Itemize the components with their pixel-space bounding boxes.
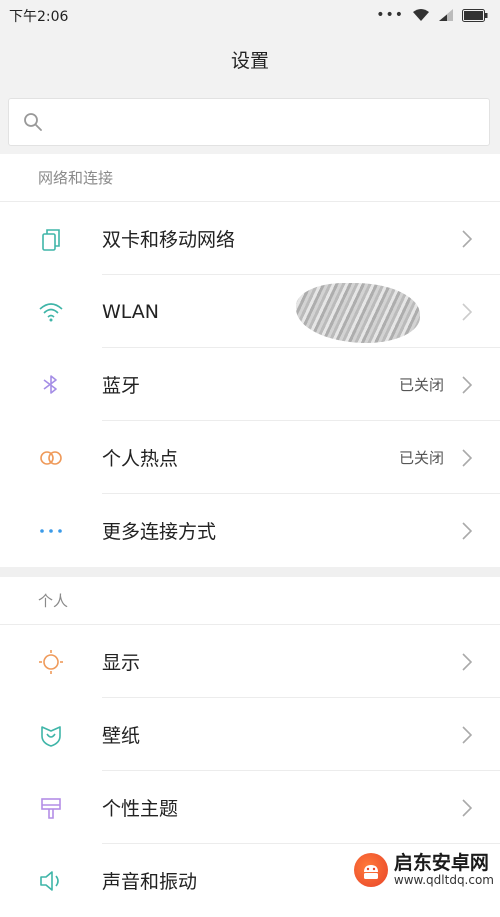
bluetooth-icon xyxy=(43,375,57,394)
hotspot-icon xyxy=(40,451,62,465)
setting-more-connections[interactable]: 更多连接方式 xyxy=(0,494,500,567)
section-title-network: 网络和连接 xyxy=(0,154,500,202)
setting-bluetooth[interactable]: 蓝牙 已关闭 xyxy=(0,348,500,421)
android-robot-icon xyxy=(363,865,378,879)
search-icon xyxy=(24,113,42,131)
wifi-icon xyxy=(39,303,63,322)
wifi-signal-icon xyxy=(413,9,429,21)
brightness-icon xyxy=(39,650,63,674)
section-network: 网络和连接 双卡和移动网络 WLAN 蓝牙 已关闭 个人热点 已关闭 更多连接方… xyxy=(0,154,500,567)
setting-value: 已关闭 xyxy=(398,376,444,394)
title-bar: 设置 xyxy=(0,30,500,88)
chevron-right-icon xyxy=(462,726,472,744)
setting-label: 声音和振动 xyxy=(102,871,198,893)
dual-sim-icon xyxy=(42,229,60,251)
setting-label: 个性主题 xyxy=(102,798,179,820)
setting-dual-sim[interactable]: 双卡和移动网络 xyxy=(0,202,500,275)
status-time: 下午2:06 xyxy=(9,9,69,25)
watermark-text: 启东安卓网 www.qdltdq.com xyxy=(393,851,494,887)
battery-icon xyxy=(462,8,488,22)
watermark-title: 启东安卓网 xyxy=(393,851,489,874)
section-title-personal: 个人 xyxy=(0,577,500,625)
search-input[interactable] xyxy=(55,99,479,147)
setting-label: 蓝牙 xyxy=(102,375,141,397)
setting-wlan[interactable]: WLAN xyxy=(0,275,500,348)
setting-label: 显示 xyxy=(102,652,141,674)
chevron-right-icon xyxy=(462,376,472,394)
setting-hotspot[interactable]: 个人热点 已关闭 xyxy=(0,421,500,494)
status-icons: ••• xyxy=(376,6,488,24)
chevron-right-icon xyxy=(462,522,472,540)
section-gap xyxy=(0,567,500,577)
watermark-logo-icon xyxy=(353,853,388,887)
cell-signal-icon xyxy=(439,9,453,21)
chevron-right-icon xyxy=(462,653,472,671)
setting-display[interactable]: 显示 xyxy=(0,625,500,698)
speaker-icon xyxy=(40,871,59,891)
setting-wallpaper[interactable]: 壁纸 xyxy=(0,698,500,771)
chevron-right-icon xyxy=(462,799,472,817)
chevron-right-icon xyxy=(462,449,472,467)
chevron-right-icon xyxy=(462,303,472,321)
setting-value: 已关闭 xyxy=(398,449,444,467)
search-box[interactable] xyxy=(8,98,490,147)
setting-label: 更多连接方式 xyxy=(102,521,217,543)
setting-label: WLAN xyxy=(102,300,160,323)
setting-label: 个人热点 xyxy=(102,448,179,470)
theme-icon xyxy=(41,798,61,819)
setting-theme[interactable]: 个性主题 xyxy=(0,771,500,844)
wallpaper-icon xyxy=(41,726,61,747)
more-dots-icon xyxy=(40,529,62,533)
notification-dots-icon: ••• xyxy=(376,7,404,23)
search-area xyxy=(0,88,500,154)
watermark-url: www.qdltdq.com xyxy=(393,872,494,887)
setting-label: 壁纸 xyxy=(102,725,141,747)
chevron-right-icon xyxy=(462,230,472,248)
setting-label: 双卡和移动网络 xyxy=(102,229,236,251)
page-title: 设置 xyxy=(230,49,269,72)
watermark: 启东安卓网 www.qdltdq.com xyxy=(353,851,494,887)
status-bar: 下午2:06 ••• xyxy=(0,0,500,30)
